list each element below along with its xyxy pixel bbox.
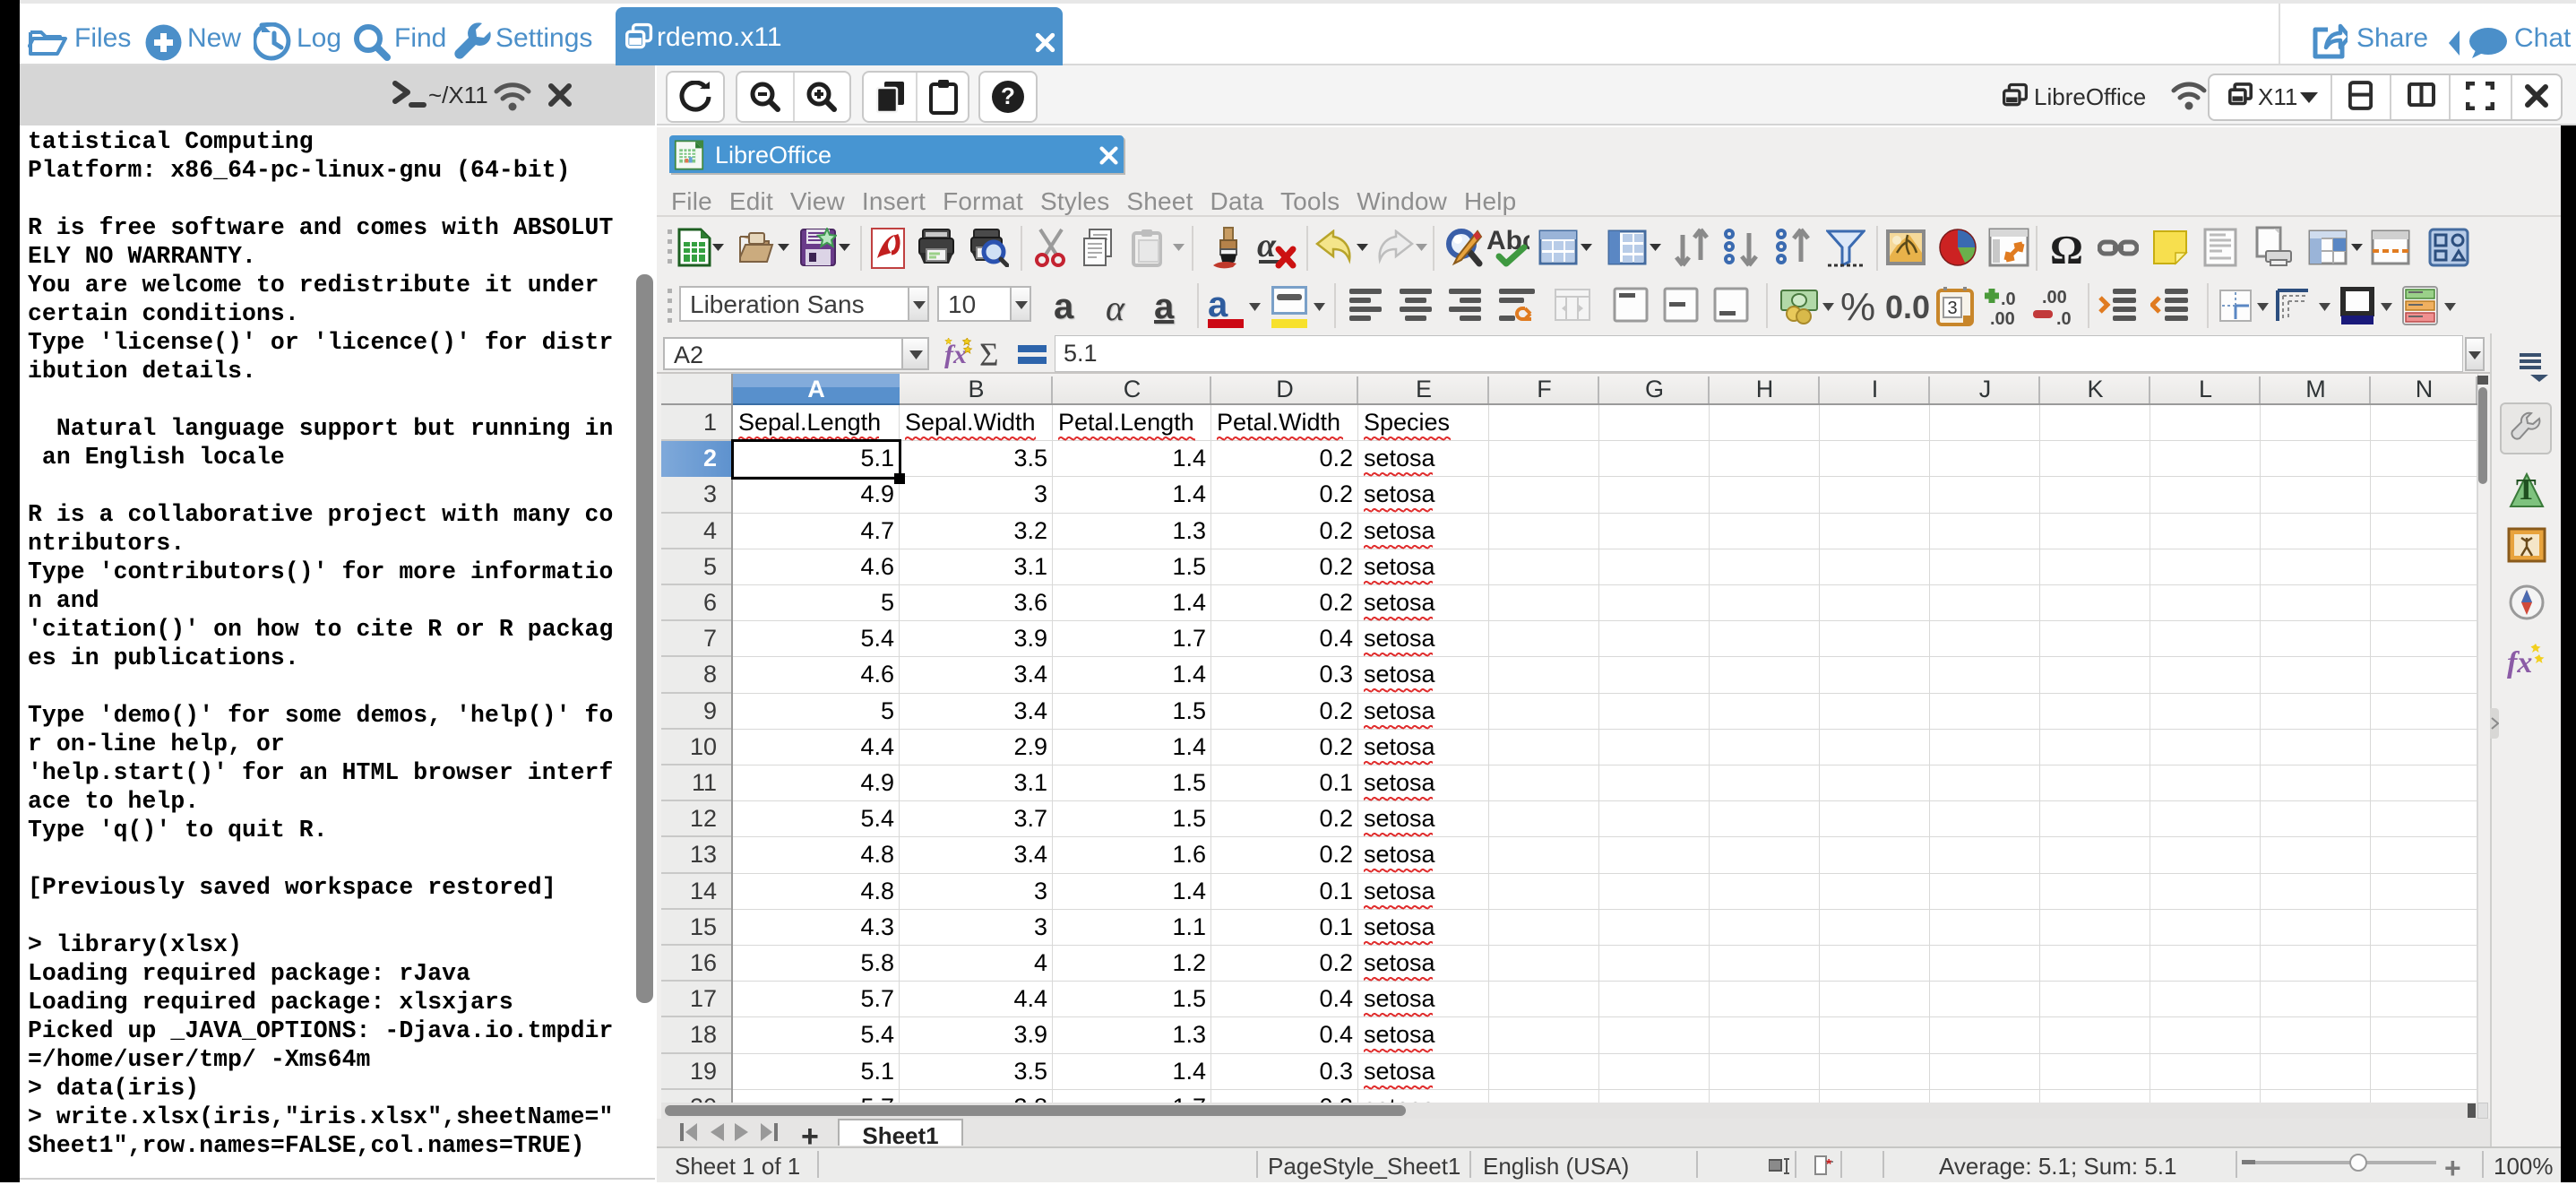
svg-text:T: T [2516, 473, 2537, 506]
svg-text:.0: .0 [2001, 290, 2016, 309]
svg-text:fx: fx [2507, 646, 2532, 679]
svg-text:3: 3 [1947, 298, 1957, 318]
svg-text:.00: .00 [1990, 309, 2015, 326]
svg-text:.00: .00 [2042, 288, 2067, 307]
svg-text:α: α [1257, 228, 1277, 264]
svg-text:.0: .0 [2056, 309, 2072, 326]
svg-text:*: * [1826, 1157, 1832, 1172]
svg-text:?: ? [1001, 82, 1015, 109]
svg-text:fx: fx [944, 340, 967, 368]
